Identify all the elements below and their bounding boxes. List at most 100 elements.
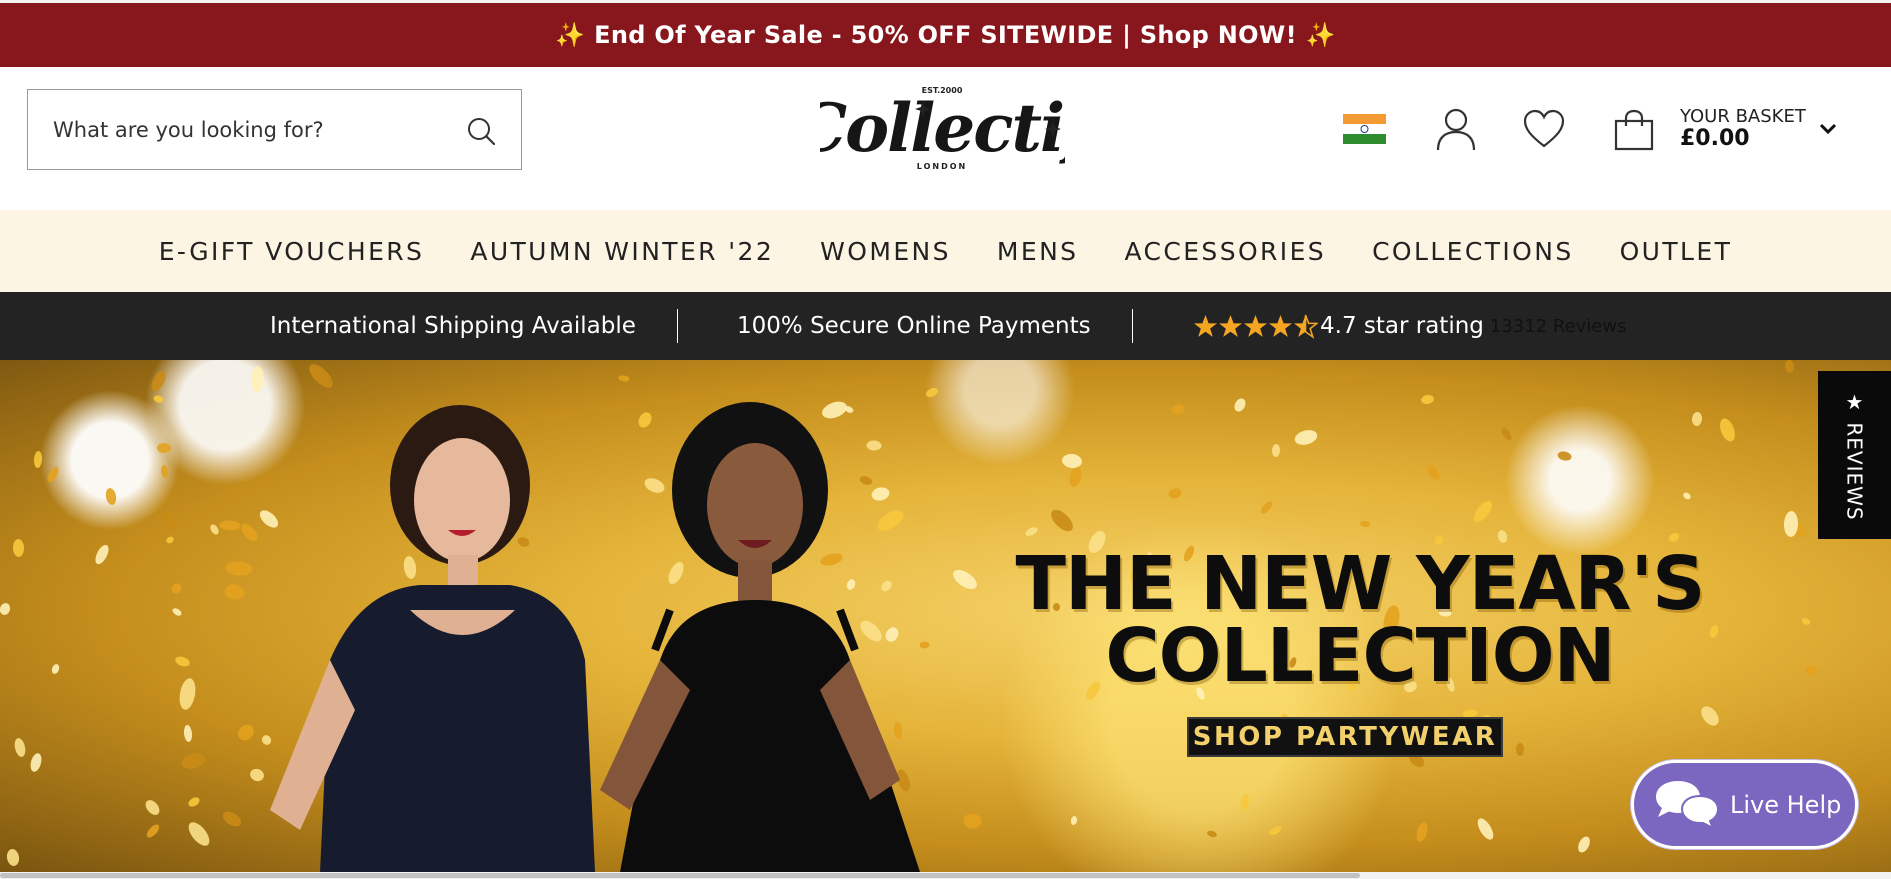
star-icon: [1244, 314, 1267, 337]
nav-item-outlet[interactable]: OUTLET: [1620, 237, 1733, 266]
reviews-tab-label[interactable]: ★ REVIEWS: [1843, 390, 1867, 521]
confetti-piece: [1061, 452, 1083, 470]
main-navigation: E-GIFT VOUCHERS AUTUMN WINTER '22 WOMENS…: [0, 210, 1891, 292]
account-icon[interactable]: [1435, 107, 1477, 151]
confetti-piece: [1359, 520, 1371, 528]
confetti-piece: [924, 386, 940, 399]
confetti-piece: [1575, 834, 1593, 855]
confetti-piece: [92, 542, 112, 567]
confetti-piece: [618, 374, 630, 383]
hero-banner[interactable]: THE NEW YEAR'S COLLECTION SHOP PARTYWEAR: [0, 360, 1891, 872]
reviews-tab[interactable]: ★ REVIEWS: [1818, 371, 1891, 539]
nav-item-womens[interactable]: WOMENS: [820, 237, 951, 266]
confetti-piece: [1691, 411, 1703, 427]
star-icon: [1194, 314, 1217, 337]
confetti-piece: [12, 737, 28, 758]
confetti-piece: [1268, 824, 1283, 837]
confetti-piece: [165, 535, 175, 545]
search-box[interactable]: [27, 89, 522, 170]
basket-label[interactable]: YOUR BASKET: [1680, 107, 1806, 127]
confetti-piece: [1474, 815, 1497, 843]
confetti-piece: [1800, 616, 1812, 627]
usp-divider: [1132, 309, 1133, 343]
confetti-piece: [1240, 793, 1250, 811]
confetti-piece: [142, 797, 163, 818]
confetti-piece: [104, 487, 118, 506]
confetti-piece: [1784, 360, 1795, 374]
confetti-piece: [1556, 450, 1573, 462]
model-left-image: [270, 405, 595, 872]
site-header: EST.2000 Collectif LONDON YOUR BASKET £0…: [0, 67, 1891, 210]
usp-shipping: International Shipping Available: [270, 313, 636, 339]
confetti-piece: [45, 465, 61, 484]
confetti-piece: [1232, 396, 1248, 414]
chevron-down-icon[interactable]: [1817, 118, 1839, 140]
confetti-piece: [1499, 426, 1514, 442]
star-icon: [1269, 314, 1292, 337]
confetti-piece: [0, 601, 12, 617]
confetti-piece: [1470, 497, 1496, 526]
confetti-piece: [250, 365, 265, 393]
nav-item-collections[interactable]: COLLECTIONS: [1372, 237, 1574, 266]
reviews-count[interactable]: 13312 Reviews: [1490, 316, 1627, 337]
confetti-piece: [12, 538, 25, 558]
hero-title-line1: THE NEW YEAR'S: [1015, 541, 1706, 627]
nav-item-accessories[interactable]: ACCESSORIES: [1124, 237, 1326, 266]
scrollbar-thumb[interactable]: [0, 873, 1360, 878]
confetti-piece: [1515, 742, 1525, 757]
chat-bubbles-icon: [1656, 780, 1720, 830]
rating-stars: [1193, 314, 1318, 339]
shop-partywear-button[interactable]: SHOP PARTYWEAR: [1187, 717, 1503, 757]
confetti-piece: [1293, 427, 1319, 448]
usp-payments: 100% Secure Online Payments: [737, 313, 1091, 339]
confetti-piece: [152, 394, 165, 404]
usp-divider: [677, 309, 678, 343]
search-input[interactable]: [53, 117, 453, 142]
rating-text: 4.7 star rating: [1320, 313, 1484, 339]
confetti-piece: [1414, 821, 1430, 843]
confetti-piece: [1717, 416, 1738, 444]
india-flag-icon[interactable]: [1343, 114, 1386, 144]
nav-item-e-gift-vouchers[interactable]: E-GIFT VOUCHERS: [159, 237, 425, 266]
confetti-piece: [1271, 443, 1281, 458]
confetti-piece: [1804, 664, 1819, 677]
promo-text[interactable]: ✨ End Of Year Sale - 50% OFF SITEWIDE | …: [555, 21, 1335, 49]
confetti-piece: [1024, 525, 1039, 538]
hero-title-line2: COLLECTION: [1105, 613, 1615, 699]
collectif-logo[interactable]: EST.2000 Collectif LONDON: [820, 81, 1065, 177]
svg-text:Collectif: Collectif: [820, 89, 1065, 167]
wishlist-heart-icon[interactable]: [1523, 109, 1565, 149]
svg-text:LONDON: LONDON: [917, 162, 967, 171]
basket-total[interactable]: £0.00: [1680, 127, 1806, 151]
search-icon[interactable]: [465, 115, 497, 147]
live-help-button[interactable]: Live Help: [1631, 760, 1858, 849]
basket-summary[interactable]: YOUR BASKET £0.00: [1680, 107, 1806, 151]
confetti-piece: [1167, 486, 1183, 501]
confetti-piece: [1067, 465, 1084, 489]
confetti-piece: [1070, 815, 1078, 826]
confetti-piece: [161, 510, 179, 532]
usp-rating[interactable]: 4.7 star rating 13312 Reviews: [1193, 292, 1626, 360]
confetti-piece: [160, 464, 169, 479]
confetti-piece: [1047, 506, 1077, 535]
confetti-piece: [1206, 829, 1218, 839]
confetti-piece: [148, 368, 169, 394]
nav-item-autumn-winter[interactable]: AUTUMN WINTER '22: [470, 237, 774, 266]
confetti-piece: [50, 663, 61, 675]
confetti-piece: [1420, 394, 1435, 405]
hero-title: THE NEW YEAR'S COLLECTION: [1000, 541, 1720, 699]
model-right-image: [600, 402, 920, 872]
promo-banner[interactable]: ✨ End Of Year Sale - 50% OFF SITEWIDE | …: [0, 3, 1891, 67]
usp-bar: International Shipping Available 100% Se…: [0, 292, 1891, 360]
nav-item-mens[interactable]: MENS: [997, 237, 1079, 266]
live-help-label[interactable]: Live Help: [1730, 791, 1841, 819]
confetti-piece: [5, 848, 21, 867]
basket-bag-icon[interactable]: [1613, 109, 1655, 151]
confetti-piece: [1170, 402, 1186, 417]
confetti-piece: [156, 442, 172, 454]
confetti-piece: [144, 822, 162, 840]
star-icon: [1219, 314, 1242, 337]
confetti-piece: [1425, 462, 1442, 483]
horizontal-scrollbar[interactable]: [0, 872, 1891, 879]
confetti-piece: [33, 450, 43, 469]
